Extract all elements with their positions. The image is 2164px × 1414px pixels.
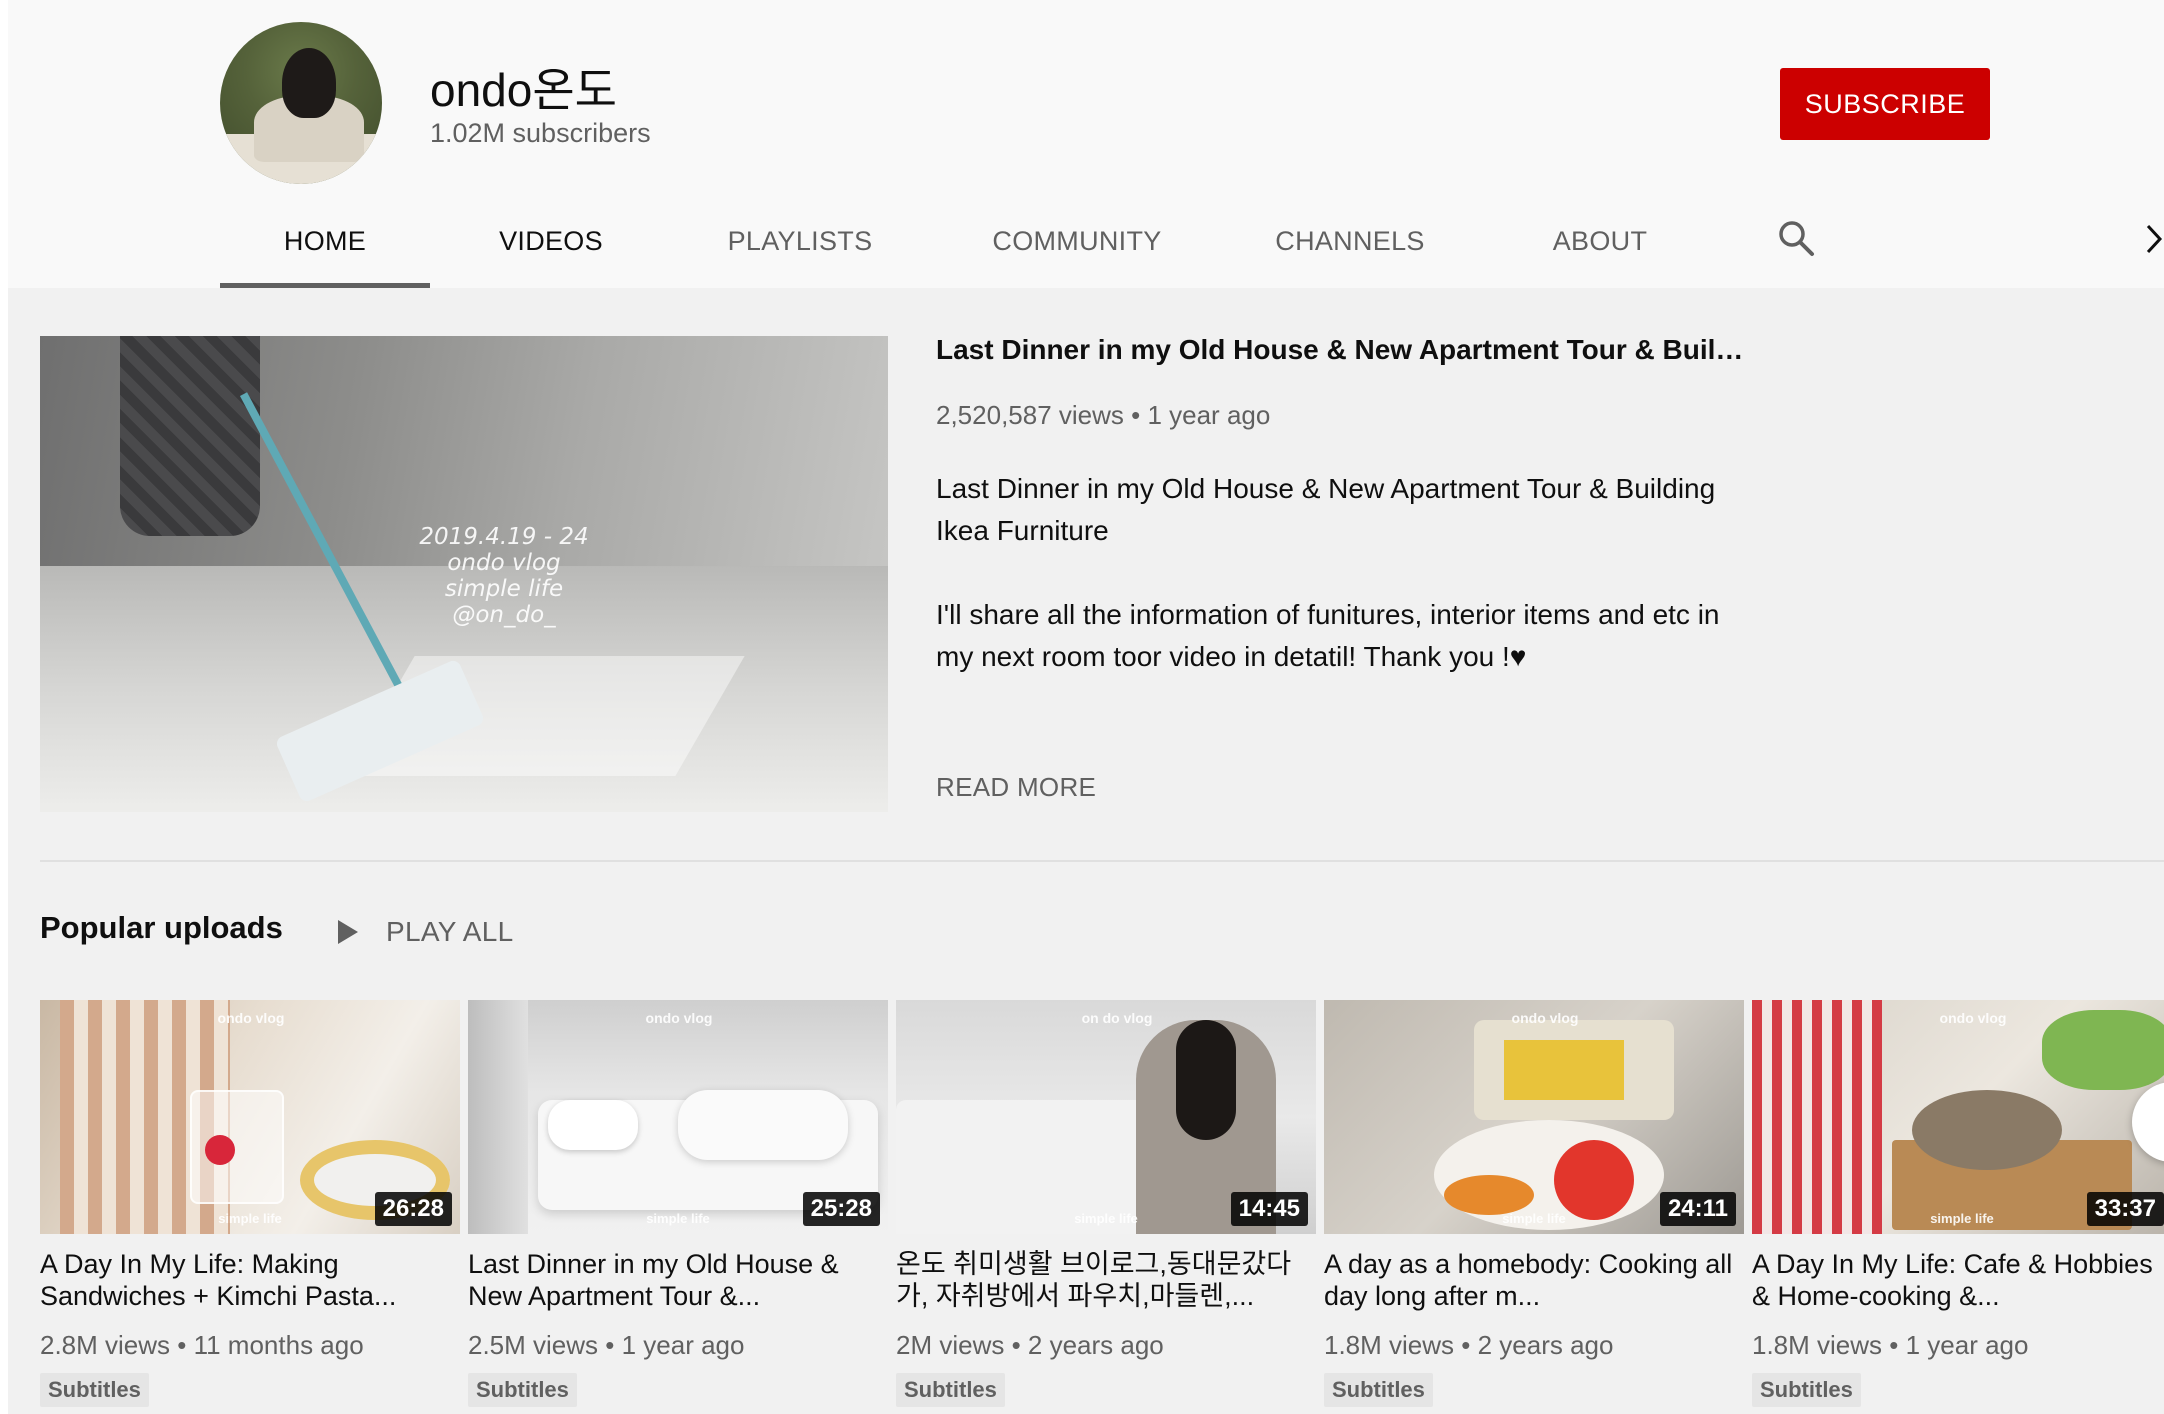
thumb-caption-line: ondo vlog bbox=[447, 550, 561, 576]
subtitles-badge: Subtitles bbox=[468, 1373, 577, 1407]
search-icon[interactable] bbox=[1776, 218, 1816, 258]
tab-about-label: ABOUT bbox=[1552, 226, 1648, 256]
video-thumbnail[interactable]: on do vlog simple life 14:45 bbox=[896, 1000, 1316, 1234]
tab-home-label: HOME bbox=[283, 226, 367, 256]
thumb-watermark: simple life bbox=[1930, 1211, 1994, 1226]
thumbnail-caption: 2019.4.19 - 24 ondo vlog simple life @on… bbox=[384, 524, 624, 628]
video-meta: 2.8M views • 11 months ago bbox=[40, 1330, 364, 1360]
subscriber-count: 1.02M subscribers bbox=[430, 118, 651, 148]
description-paragraph: Last Dinner in my Old House & New Apartm… bbox=[936, 473, 1716, 546]
video-meta: 2.5M views • 1 year ago bbox=[468, 1330, 745, 1360]
avatar-hair bbox=[282, 48, 336, 118]
video-meta: 1.8M views • 1 year ago bbox=[1752, 1330, 2029, 1360]
video-title[interactable]: A day as a homebody: Cooking all day lon… bbox=[1324, 1248, 1734, 1312]
thumb-curtain bbox=[468, 1000, 528, 1234]
tab-about[interactable]: ABOUT bbox=[1520, 212, 1680, 288]
video-thumbnail[interactable]: ondo vlog simple life 24:11 bbox=[1324, 1000, 1744, 1234]
section-divider bbox=[40, 860, 2164, 862]
video-thumbnail[interactable]: ondo vlog simple life 33:37 bbox=[1752, 1000, 2164, 1234]
tab-community[interactable]: COMMUNITY bbox=[972, 212, 1182, 288]
page-edge bbox=[0, 0, 8, 1414]
popular-uploads-heading[interactable]: Popular uploads bbox=[40, 910, 283, 946]
video-thumbnail[interactable]: ondo vlog simple life 25:28 bbox=[468, 1000, 888, 1234]
thumb-cheese bbox=[1504, 1040, 1624, 1100]
tab-channels[interactable]: CHANNELS bbox=[1250, 212, 1450, 288]
subtitles-badge: Subtitles bbox=[1324, 1373, 1433, 1407]
description-paragraph: I'll share all the information of funitu… bbox=[936, 599, 1720, 672]
thumb-watermark: ondo vlog bbox=[645, 1010, 713, 1026]
thumb-caption-line: @on_do_ bbox=[452, 602, 556, 628]
video-duration: 25:28 bbox=[802, 1192, 880, 1226]
thumb-caption-line: simple life bbox=[444, 576, 564, 602]
thumb-apron bbox=[1752, 1000, 1882, 1234]
thumb-watermark: ondo vlog bbox=[217, 1010, 285, 1026]
subscribe-button[interactable]: SUBSCRIBE bbox=[1780, 68, 1990, 140]
thumb-watermark: ondo vlog bbox=[1939, 1010, 2007, 1026]
thumb-lettuce bbox=[2042, 1010, 2164, 1090]
thumb-legs bbox=[120, 336, 260, 536]
video-title[interactable]: 온도 취미생활 브이로그,동대문갔다가, 자취방에서 파우치,마들렌,... bbox=[896, 1248, 1306, 1312]
play-icon bbox=[338, 920, 358, 944]
subtitles-badge: Subtitles bbox=[40, 1373, 149, 1407]
channel-name: ondo온도 bbox=[430, 64, 617, 116]
thumb-blanket bbox=[678, 1090, 848, 1160]
chevron-right-icon[interactable] bbox=[2144, 222, 2164, 256]
video-duration: 14:45 bbox=[1230, 1192, 1308, 1226]
thumb-tomato bbox=[1554, 1140, 1634, 1220]
tab-playlists[interactable]: PLAYLISTS bbox=[700, 212, 900, 288]
video-card[interactable]: ondo vlog simple life 25:28 Last Dinner … bbox=[468, 1000, 888, 1407]
video-title[interactable]: Last Dinner in my Old House & New Apartm… bbox=[468, 1248, 878, 1312]
thumb-watermark: simple life bbox=[218, 1211, 282, 1226]
video-duration: 24:11 bbox=[1659, 1192, 1736, 1226]
video-duration: 33:37 bbox=[2086, 1192, 2164, 1226]
read-more-link[interactable]: READ MORE bbox=[936, 772, 1096, 803]
video-card[interactable]: ondo vlog simple life 24:11 A day as a h… bbox=[1324, 1000, 1744, 1407]
video-card[interactable]: on do vlog simple life 14:45 온도 취미생활 브이로… bbox=[896, 1000, 1316, 1407]
thumb-watermark: simple life bbox=[1074, 1211, 1138, 1226]
play-all-button[interactable]: PLAY ALL bbox=[336, 912, 513, 952]
tab-videos-label: VIDEOS bbox=[499, 226, 603, 256]
featured-video-meta: 2,520,587 views • 1 year ago bbox=[936, 400, 1271, 430]
thumb-watermark: simple life bbox=[646, 1211, 710, 1226]
thumb-pillow bbox=[548, 1100, 638, 1150]
play-all-label: PLAY ALL bbox=[386, 916, 514, 947]
thumb-bread bbox=[1912, 1090, 2062, 1170]
video-card[interactable]: ondo vlog simple life 33:37 A Day In My … bbox=[1752, 1000, 2164, 1407]
thumb-carrot bbox=[1444, 1175, 1534, 1215]
thumb-caption-line: 2019.4.19 - 24 bbox=[419, 524, 589, 550]
featured-video-thumbnail[interactable]: 2019.4.19 - 24 ondo vlog simple life @on… bbox=[40, 336, 888, 812]
thumb-watermark: simple life bbox=[1502, 1211, 1566, 1226]
video-card[interactable]: ondo vlog simple life 26:28 A Day In My … bbox=[40, 1000, 460, 1407]
tab-videos[interactable]: VIDEOS bbox=[476, 212, 626, 288]
featured-video-description: Last Dinner in my Old House & New Apartm… bbox=[936, 468, 1756, 678]
video-thumbnail[interactable]: ondo vlog simple life 26:28 bbox=[40, 1000, 460, 1234]
tab-playlists-label: PLAYLISTS bbox=[727, 226, 873, 256]
tab-channels-label: CHANNELS bbox=[1275, 226, 1425, 256]
subtitles-badge: Subtitles bbox=[896, 1373, 1005, 1407]
channel-avatar[interactable] bbox=[220, 22, 382, 184]
thumb-glass bbox=[190, 1090, 284, 1204]
thumb-hair bbox=[1176, 1020, 1236, 1140]
video-meta: 2M views • 2 years ago bbox=[896, 1330, 1164, 1360]
video-meta: 1.8M views • 2 years ago bbox=[1324, 1330, 1614, 1360]
thumb-watermark: ondo vlog bbox=[1511, 1010, 1579, 1026]
thumb-strawberry bbox=[205, 1135, 235, 1165]
video-duration: 26:28 bbox=[374, 1192, 452, 1226]
thumb-watermark: on do vlog bbox=[1081, 1010, 1153, 1026]
featured-video-title[interactable]: Last Dinner in my Old House & New Apartm… bbox=[936, 334, 1756, 366]
tab-home[interactable]: HOME bbox=[220, 212, 430, 288]
video-title[interactable]: A Day In My Life: Making Sandwiches + Ki… bbox=[40, 1248, 450, 1312]
tab-community-label: COMMUNITY bbox=[992, 226, 1162, 256]
video-title[interactable]: A Day In My Life: Cafe & Hobbies & Home-… bbox=[1752, 1248, 2162, 1312]
subtitles-badge: Subtitles bbox=[1752, 1373, 1861, 1407]
